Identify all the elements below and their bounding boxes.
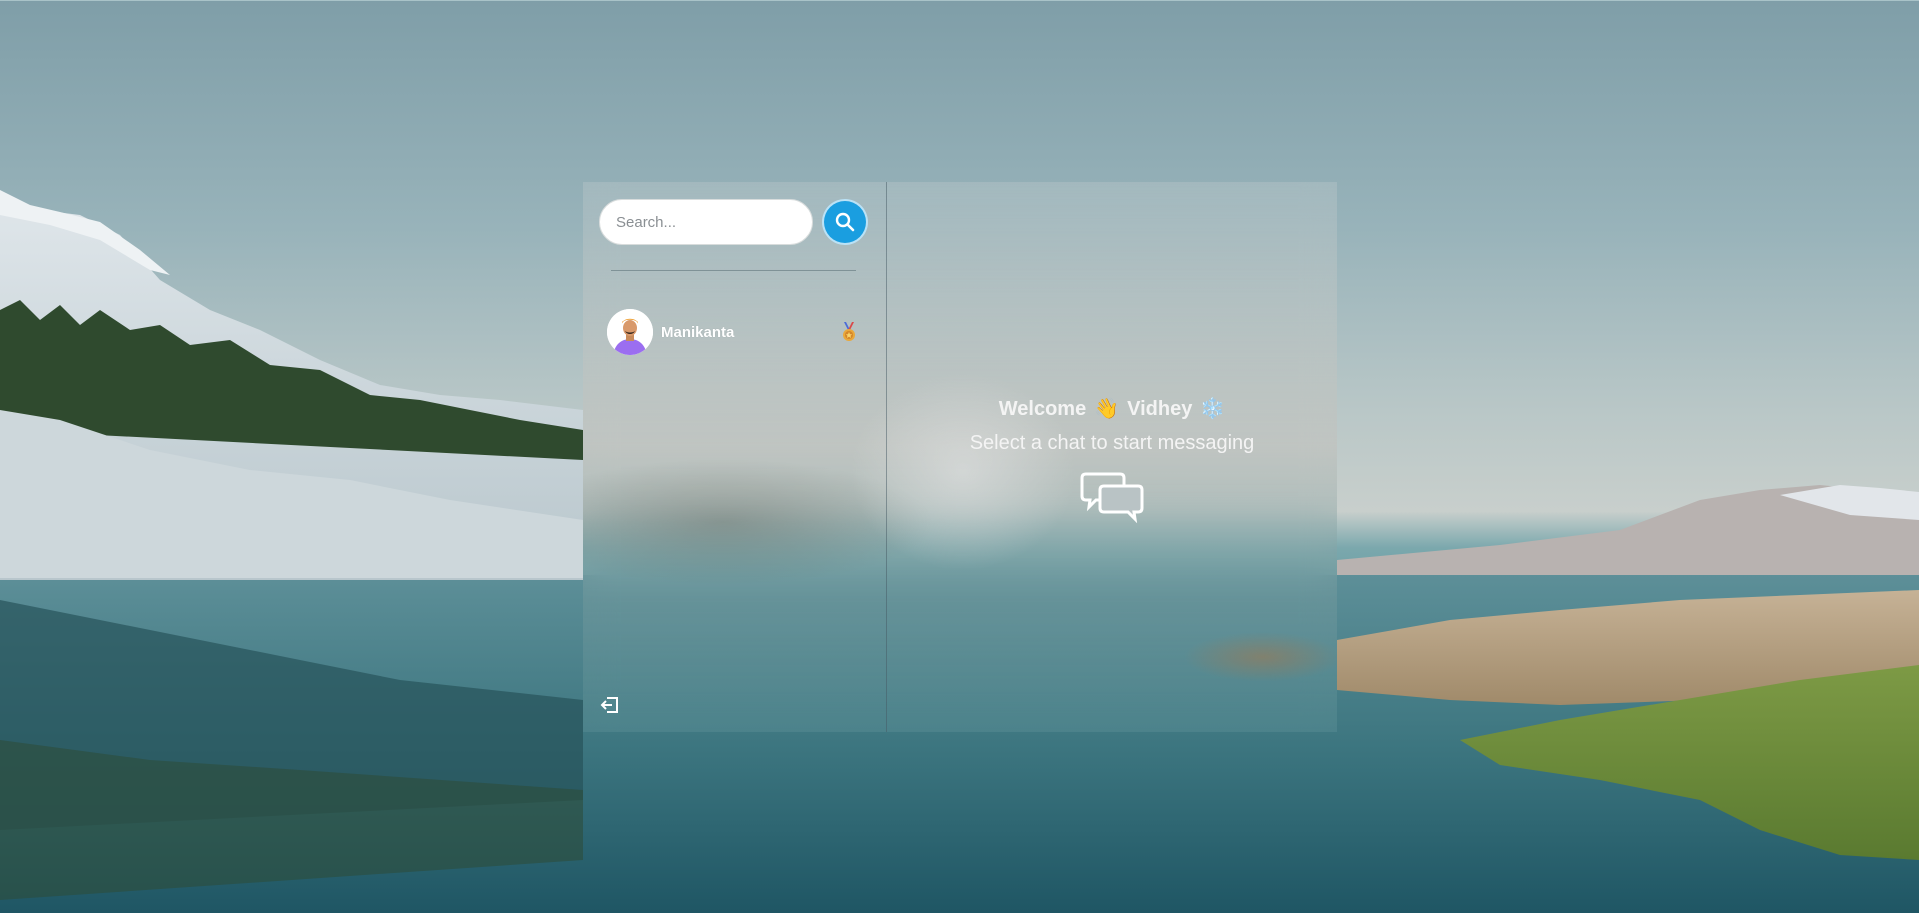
snowflake-emoji: ❄️ [1200,398,1226,420]
chat-list-item[interactable]: Manikanta [607,307,867,357]
welcome-heading: Welcome 👋 Vidhey ❄️ [887,394,1337,424]
welcome-user-name: Vidhey [1127,398,1193,420]
chat-contact-name: Manikanta [661,323,735,341]
sidebar-divider [611,270,856,271]
sidebar: Manikanta [583,182,887,732]
search-bar [599,199,868,245]
search-button[interactable] [822,199,868,245]
logout-icon[interactable] [599,694,621,716]
wave-emoji: 👋 [1094,398,1120,420]
chat-main-area: Welcome 👋 Vidhey ❄️ Select a chat to sta… [887,182,1337,732]
chat-app-panel: Manikanta Welcome 👋 Vidhey ❄️ Select a [583,182,1337,732]
avatar-illustration [607,309,653,355]
chat-bubbles-icon [1080,472,1144,524]
avatar [607,309,653,355]
medal-icon [843,322,855,341]
search-input[interactable] [599,199,813,245]
welcome-prefix: Welcome [998,398,1087,420]
welcome-subtitle: Select a chat to start messaging [969,432,1255,454]
search-icon [835,212,855,232]
welcome-message: Welcome 👋 Vidhey ❄️ Select a chat to sta… [887,394,1337,529]
